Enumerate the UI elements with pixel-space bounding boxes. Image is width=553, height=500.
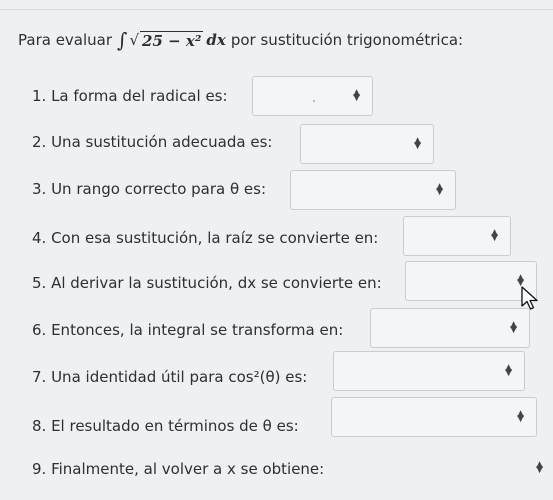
question-3-select[interactable]: ▲ ▼ [290, 170, 456, 210]
question-5-label: 5. Al derivar la sustitución, dx se conv… [32, 274, 382, 292]
question-4-select[interactable]: ▲ ▼ [403, 216, 511, 256]
question-1-select[interactable]: ▲ ▼ [252, 76, 373, 116]
question-8-label: 8. El resultado en términos de θ es: [32, 417, 299, 435]
intro-suffix: por sustitución trigonométrica: [230, 31, 464, 49]
updown-caret-icon: ▲ ▼ [505, 363, 512, 378]
instructions: Para evaluar ∫ √ 25 − x² dx por sustituc… [18, 28, 463, 52]
differential: dx [206, 31, 226, 49]
question-3-label: 3. Un rango correcto para θ es: [32, 180, 267, 198]
integral-expression: ∫ √ 25 − x² dx [117, 28, 226, 52]
intro-prefix: Para evaluar [18, 31, 113, 49]
updown-caret-icon: ▲ ▼ [510, 320, 517, 335]
updown-caret-icon: ▲ ▼ [436, 182, 443, 197]
sqrt-sign: √ [129, 31, 140, 49]
question-5-select[interactable]: ▲ ▼ [405, 261, 537, 301]
updown-caret-icon: ▲ ▼ [517, 273, 524, 288]
updown-caret-icon: ▲ ▼ [517, 409, 524, 424]
mouse-pointer-icon [521, 286, 538, 310]
question-2-select[interactable]: ▲ ▼ [300, 124, 434, 164]
updown-caret-icon: ▲ ▼ [353, 88, 360, 103]
question-7-select[interactable]: ▲ ▼ [333, 351, 525, 391]
updown-caret-icon: ▲ ▼ [536, 460, 543, 475]
top-divider [0, 9, 553, 10]
question-8-select[interactable]: ▲ ▼ [331, 397, 537, 437]
updown-caret-icon: ▲ ▼ [491, 228, 498, 243]
radicand: 25 − x² [140, 30, 204, 50]
question-4-label: 4. Con esa sustitución, la raíz se convi… [32, 229, 379, 247]
question-6-label: 6. Entonces, la integral se transforma e… [32, 321, 344, 339]
question-6-select[interactable]: ▲ ▼ [370, 308, 530, 348]
question-1-label: 1. La forma del radical es: [32, 87, 228, 105]
integral-sign: ∫ [117, 28, 128, 52]
question-2-label: 2. Una sustitución adecuada es: [32, 133, 273, 151]
question-7-label: 7. Una identidad útil para cos²(θ) es: [32, 368, 308, 386]
updown-caret-icon: ▲ ▼ [414, 136, 421, 151]
question-9-label: 9. Finalmente, al volver a x se obtiene: [32, 460, 325, 478]
question-9-select[interactable]: ▲ ▼ [350, 448, 550, 488]
